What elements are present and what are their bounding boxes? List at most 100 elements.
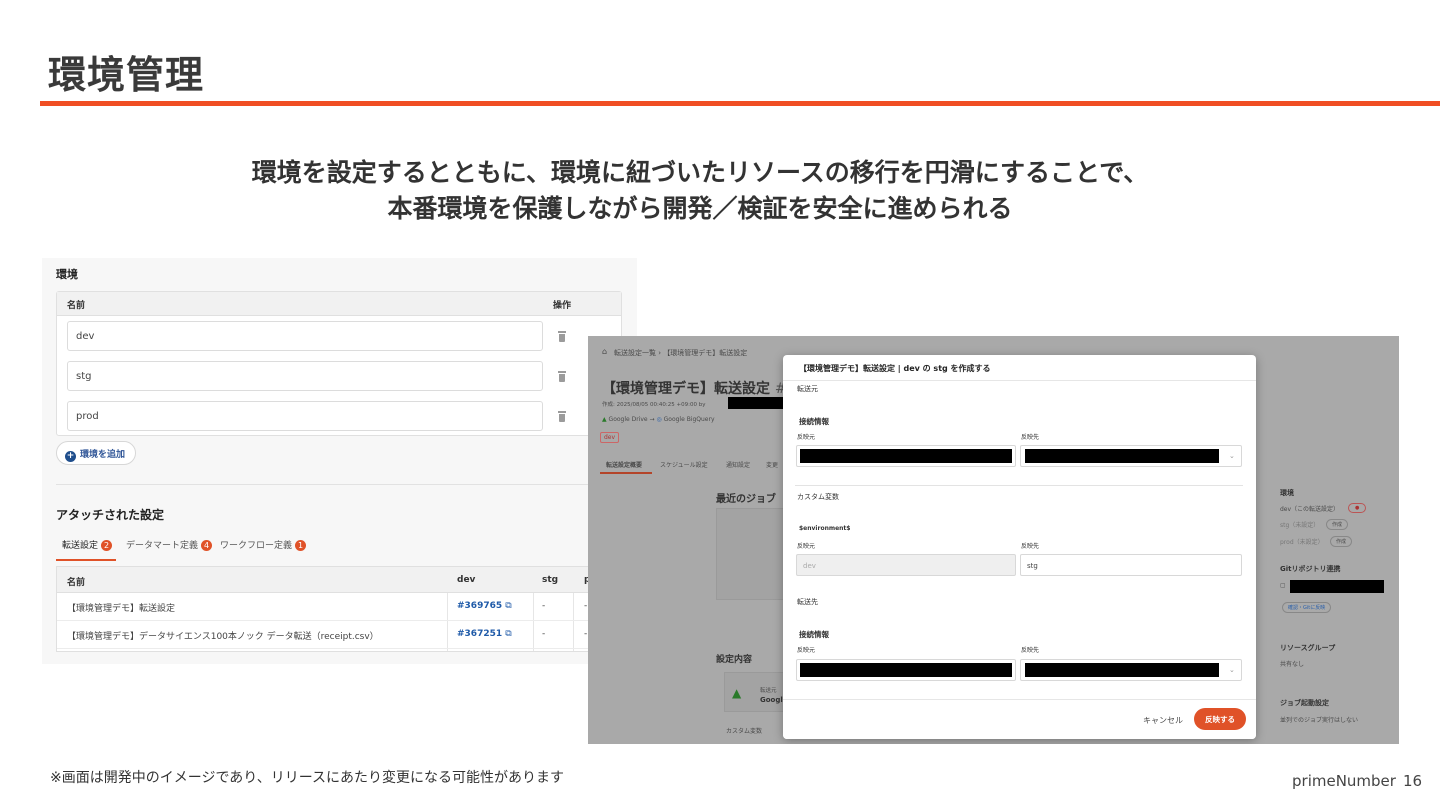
tab-notification[interactable]: 通知設定 — [726, 460, 750, 469]
row-name: 【環境管理デモ】転送設定 — [67, 604, 176, 614]
count-badge: 4 — [201, 540, 213, 551]
page-number: 16 — [1403, 772, 1423, 790]
cancel-button[interactable]: キャンセル — [1143, 715, 1183, 726]
sidebar-env-dev: dev（この転送設定） — [1280, 506, 1340, 513]
modal-title: 【環境管理デモ】転送設定 | dev の stg を作成する — [783, 355, 1256, 381]
footnote: ※画面は開発中のイメージであり、リリースにあたり変更になる可能性があります — [50, 770, 565, 786]
tab-workflow-definitions[interactable]: ワークフロー定義 1 — [220, 538, 307, 551]
tab-label: データマート定義 — [126, 541, 199, 551]
home-icon[interactable]: ⌂ — [602, 347, 607, 356]
redacted-block — [800, 663, 1012, 677]
table-row: 【環境管理デモ】転送設定 #369765 ⧉ - - — [57, 593, 635, 621]
tab-schedule[interactable]: スケジュール設定 — [660, 460, 708, 469]
table-row: 【環境管理デモ】データサイエンス100本ノック データ転送（receipt.cs… — [57, 621, 635, 649]
dev-link-label: #369765 — [457, 601, 503, 611]
var-from-input: dev — [796, 554, 1016, 576]
current-badge: ● — [1348, 503, 1367, 513]
trash-icon[interactable] — [557, 331, 567, 342]
breadcrumb[interactable]: 転送設定一覧 › 【環境管理デモ】転送設定 — [614, 348, 747, 358]
trash-icon[interactable] — [557, 411, 567, 422]
redacted-block — [800, 449, 1012, 463]
resource-group-value: 共有なし — [1280, 661, 1305, 668]
modal-footer: キャンセル 反映する — [783, 699, 1256, 739]
git-title: Gitリポジトリ連携 — [1280, 565, 1341, 573]
external-link-icon: ⧉ — [505, 629, 512, 639]
reflect-to-label: 反映先 — [1021, 647, 1040, 654]
tab-datamart-definitions[interactable]: データマート定義 4 — [126, 538, 213, 551]
header-dev: dev — [457, 575, 476, 585]
prod-value: - — [584, 601, 588, 611]
apply-button[interactable]: 反映する — [1194, 708, 1246, 730]
col-action: 操作 — [553, 301, 572, 311]
transfer-setting-screenshot: ⌂ 転送設定一覧 › 【環境管理デモ】転送設定 【環境管理デモ】転送設定 #36… — [588, 336, 1399, 744]
stg-value: - — [542, 629, 546, 639]
count-badge: 1 — [295, 540, 307, 551]
dev-link-label: #367251 — [457, 629, 503, 639]
slide-title: 環境管理 — [48, 53, 205, 97]
table-header: 名前 dev stg p — [57, 567, 635, 593]
create-prod-button[interactable]: 作成 — [1330, 536, 1353, 547]
job-start-title: ジョブ起動設定 — [1280, 699, 1329, 707]
source-section-label: 転送元 — [797, 385, 818, 393]
redacted-block — [1025, 449, 1219, 463]
reflect-from-label: 反映元 — [797, 434, 816, 441]
tab-overview[interactable]: 転送設定概要 — [606, 460, 642, 469]
custom-vars-label: カスタム変数 — [797, 493, 839, 501]
count-badge: 2 — [101, 540, 113, 551]
reflect-from-label: 反映元 — [797, 647, 816, 654]
header-stg: stg — [542, 575, 559, 585]
create-environment-modal: 【環境管理デモ】転送設定 | dev の stg を作成する 転送元 接続情報 … — [783, 355, 1256, 739]
tab-label: 転送設定 — [62, 541, 99, 551]
brand-name: primeNumber — [1292, 772, 1396, 790]
tab-transfer-settings[interactable]: 転送設定 2 — [62, 538, 113, 551]
created-meta: 作成: 2025/08/05 00:40:25 +09:00 by — [602, 402, 706, 408]
environment-table: 名前 操作 dev stg prod — [56, 291, 622, 436]
environment-section-title: 環境 — [56, 268, 78, 281]
redacted-block — [1290, 580, 1384, 593]
divider — [795, 485, 1243, 486]
git-sync-button[interactable]: 確認・Gitに反映 — [1282, 602, 1332, 613]
destination-section-label: 転送先 — [797, 598, 818, 606]
col-name: 名前 — [67, 301, 86, 311]
environment-table-header: 名前 操作 — [57, 292, 621, 316]
reflect-to-label: 反映先 — [1021, 543, 1040, 550]
trash-icon[interactable] — [557, 371, 567, 382]
dev-link[interactable]: #369765 ⧉ — [457, 601, 512, 611]
destination-name: Google BigQuery — [663, 416, 715, 423]
bigquery-icon: ◎ — [656, 416, 662, 423]
env-name-input-prod[interactable]: prod — [67, 401, 543, 431]
var-name-label: $environment$ — [799, 525, 851, 532]
chevron-down-icon[interactable]: ⌄ — [1229, 452, 1235, 460]
google-drive-icon: ▲ — [602, 416, 607, 423]
tab-changes[interactable]: 変更 — [766, 460, 778, 469]
var-to-input[interactable]: stg — [1020, 554, 1242, 576]
prod-value: - — [584, 629, 588, 639]
add-environment-button[interactable]: + 環境を追加 — [56, 441, 137, 465]
dev-link[interactable]: #367251 ⧉ — [457, 629, 512, 639]
attached-settings-table: 名前 dev stg p 【環境管理デモ】転送設定 #369765 ⧉ - - … — [56, 566, 636, 652]
sidebar-env-prod: prod（未設定） — [1280, 539, 1324, 546]
subtitle-line-1: 環境を設定するとともに、環境に紐づいたリソースの移行を円滑にすることで、 — [251, 158, 1149, 187]
env-name-input-stg[interactable]: stg — [67, 361, 543, 391]
header-name: 名前 — [67, 578, 86, 588]
plus-icon: + — [65, 451, 76, 462]
title-rule — [40, 101, 1440, 106]
connection-info-label: 接続情報 — [799, 630, 829, 639]
tab-label: ワークフロー定義 — [220, 541, 293, 551]
environment-panel-screenshot: 環境 名前 操作 dev stg prod + 環境を追加 アタッチされた設定 転… — [42, 258, 637, 664]
active-tab-indicator — [56, 559, 116, 561]
copy-icon: ▢ — [1280, 582, 1286, 589]
active-tab-indicator — [600, 472, 652, 474]
sidebar-env-stg: stg（未設定） — [1280, 522, 1320, 529]
stg-value: - — [542, 601, 546, 611]
custom-vars-label: カスタム変数 — [726, 728, 763, 735]
attached-settings-title: アタッチされた設定 — [56, 508, 165, 522]
source-card-name: Googl — [760, 696, 783, 704]
env-name-input-dev[interactable]: dev — [67, 321, 543, 351]
create-stg-button[interactable]: 作成 — [1326, 519, 1349, 530]
subtitle-line-2: 本番環境を保護しながら開発／検証を安全に進められる — [387, 194, 1013, 223]
chevron-down-icon[interactable]: ⌄ — [1229, 666, 1235, 674]
google-drive-icon: ▲ — [732, 686, 742, 700]
connection-info-label: 接続情報 — [799, 417, 829, 426]
source-name: Google Drive — [608, 416, 648, 423]
